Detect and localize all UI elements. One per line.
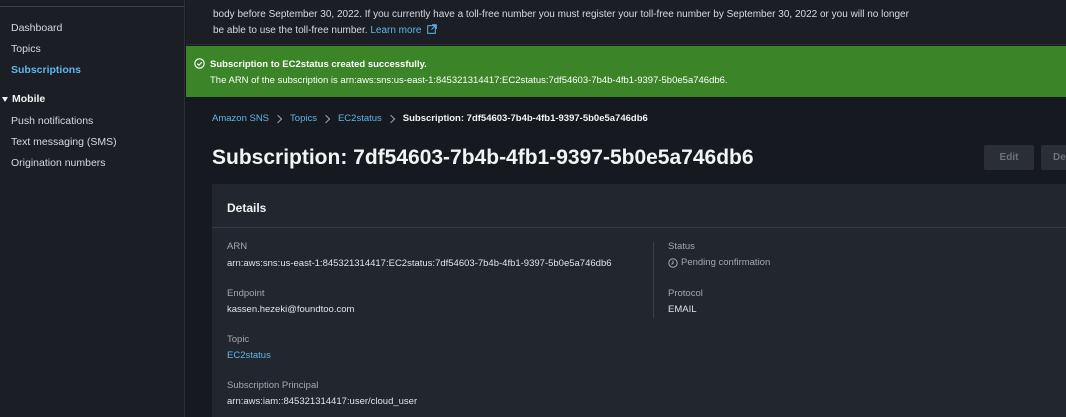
details-title: Details [227, 201, 267, 215]
details-panel-header: Details [212, 184, 1066, 228]
breadcrumb: Amazon SNS Topics EC2status Subscription… [212, 113, 648, 124]
page-title: Subscription: 7df54603-7b4b-4fb1-9397-5b… [212, 146, 754, 169]
status-value: Pending confirmation [668, 257, 770, 268]
success-message: The ARN of the subscription is arn:aws:s… [210, 75, 728, 86]
sidebar-group-mobile[interactable]: Mobile [0, 93, 45, 105]
chevron-right-icon [386, 114, 396, 123]
check-circle-icon [194, 58, 205, 69]
info-banner-text: be able to use the toll-free number. [213, 25, 368, 36]
sidebar-divider [0, 6, 185, 7]
column-divider [653, 242, 654, 318]
protocol-value: EMAIL [668, 304, 697, 315]
arn-value: arn:aws:sns:us-east-1:845321314417:EC2st… [227, 258, 612, 269]
endpoint-label: Endpoint [227, 288, 265, 299]
main-content: body before September 30, 2022. If you c… [186, 0, 1066, 417]
delete-button[interactable]: De [1041, 145, 1066, 170]
info-banner-line-1: body before September 30, 2022. If you c… [213, 9, 909, 20]
topic-link[interactable]: EC2status [227, 350, 271, 361]
sidebar-item-push-notifications[interactable]: Push notifications [11, 115, 93, 127]
protocol-label: Protocol [668, 288, 703, 299]
breadcrumb-topics[interactable]: Topics [290, 113, 317, 124]
sidebar-item-text-messaging[interactable]: Text messaging (SMS) [11, 136, 117, 148]
sidebar-item-topics[interactable]: Topics [11, 43, 41, 55]
details-panel: Details ARN arn:aws:sns:us-east-1:845321… [212, 184, 1066, 417]
breadcrumb-ec2status[interactable]: EC2status [338, 113, 382, 124]
status-label: Status [668, 241, 695, 252]
sidebar-item-subscriptions[interactable]: Subscriptions [11, 64, 81, 76]
learn-more-link[interactable]: Learn more [370, 24, 438, 36]
success-title: Subscription to EC2status created succes… [210, 59, 427, 70]
topic-label: Topic [227, 334, 250, 345]
external-link-icon [427, 24, 438, 34]
chevron-right-icon [321, 114, 331, 123]
info-banner-line-2: be able to use the toll-free number. Lea… [213, 24, 438, 36]
success-flash-banner: Subscription to EC2status created succes… [186, 46, 1066, 97]
learn-more-label: Learn more [370, 25, 422, 36]
sidebar-item-origination-numbers[interactable]: Origination numbers [11, 157, 106, 169]
principal-value: arn:aws:iam::845321314417:user/cloud_use… [227, 396, 418, 407]
status-text: Pending confirmation [681, 257, 771, 268]
info-banner: body before September 30, 2022. If you c… [186, 0, 1066, 45]
breadcrumb-amazon-sns[interactable]: Amazon SNS [212, 113, 269, 124]
caret-down-icon [2, 96, 8, 102]
arn-label: ARN [227, 241, 248, 252]
sidebar-group-label: Mobile [12, 93, 46, 105]
edit-button[interactable]: Edit [984, 145, 1034, 170]
principal-label: Subscription Principal [227, 380, 319, 391]
clock-icon [668, 257, 678, 268]
sidebar: Dashboard Topics Subscriptions Mobile Pu… [0, 0, 185, 417]
sidebar-item-dashboard[interactable]: Dashboard [11, 22, 62, 34]
endpoint-value: kassen.hezeki@foundtoo.com [227, 304, 355, 315]
chevron-right-icon [273, 114, 283, 123]
breadcrumb-current: Subscription: 7df54603-7b4b-4fb1-9397-5b… [402, 113, 648, 124]
